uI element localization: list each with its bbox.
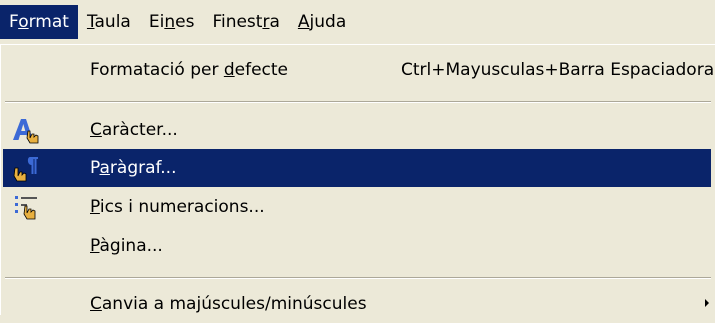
- bullets-text-end: ics i numeracions...: [99, 197, 265, 217]
- page-text-end: àgina...: [99, 236, 163, 256]
- paragraph-text-end: ràgraf...: [109, 158, 177, 178]
- paragraph-icon: [11, 154, 41, 182]
- menu-eines[interactable]: Eines: [140, 5, 204, 39]
- paragraph-accel: a: [99, 158, 110, 178]
- default-format-text-end: efecte: [234, 60, 289, 80]
- menu-item-bullets[interactable]: Pics i numeracions...: [3, 188, 711, 226]
- menu-format-text: F: [9, 12, 19, 32]
- paragraph-label: Paràgraf...: [90, 158, 177, 178]
- menu-format-accel: o: [18, 12, 29, 32]
- menu-ajuda-text-end: juda: [309, 12, 347, 32]
- paragraph-text: P: [90, 158, 100, 178]
- menu-eines-text: Ei: [148, 12, 165, 32]
- bullets-numbering-icon: [11, 193, 41, 221]
- menu-item-page[interactable]: Pàgina...: [3, 227, 711, 265]
- character-accel: C: [90, 120, 102, 140]
- menu-format-text-end: rmat: [28, 12, 69, 32]
- menu-eines-accel: n: [164, 12, 176, 32]
- menu-ajuda-accel: A: [297, 12, 310, 32]
- page-accel: P: [90, 236, 100, 256]
- bullets-label: Pics i numeracions...: [90, 197, 265, 217]
- menu-item-default-format[interactable]: Formatació per defecte Ctrl+Mayusculas+B…: [3, 51, 715, 89]
- menu-taula[interactable]: Taula: [78, 5, 140, 39]
- menu-ajuda[interactable]: Ajuda: [289, 5, 355, 39]
- submenu-arrow-icon: [705, 299, 709, 307]
- character-label: Caràcter...: [90, 120, 178, 140]
- menu-separator: [5, 101, 711, 103]
- default-format-text: Formatació per: [90, 60, 224, 80]
- change-case-label: Canvia a majúscules/minúscules: [90, 294, 367, 314]
- change-case-text-end: anvia a majúscules/minúscules: [101, 294, 367, 314]
- menu-finestra-text-end: a: [269, 12, 280, 32]
- character-icon: [11, 116, 41, 144]
- change-case-accel: C: [90, 294, 102, 314]
- menu-bar: Format Taula Eines Finestra Ajuda: [0, 0, 715, 46]
- page-label: Pàgina...: [90, 236, 163, 256]
- menu-eines-text-end: es: [175, 12, 195, 32]
- character-text-end: aràcter...: [101, 120, 178, 140]
- menu-finestra[interactable]: Finestra: [203, 5, 288, 39]
- menu-finestra-text: Finest: [212, 12, 263, 32]
- menu-separator: [5, 277, 711, 279]
- default-format-shortcut: Ctrl+Mayusculas+Barra Espaciadora: [401, 60, 715, 80]
- format-dropdown-menu: Formatació per defecte Ctrl+Mayusculas+B…: [0, 44, 715, 315]
- menu-item-character[interactable]: Caràcter...: [3, 111, 711, 149]
- bullets-accel: P: [90, 197, 100, 217]
- menu-format[interactable]: Format: [0, 5, 78, 39]
- default-format-label: Formatació per defecte: [90, 60, 288, 80]
- menu-taula-text-end: aula: [94, 12, 131, 32]
- menu-item-paragraph[interactable]: Paràgraf...: [3, 149, 711, 187]
- menu-item-change-case[interactable]: Canvia a majúscules/minúscules: [3, 285, 711, 323]
- menu-taula-accel: T: [86, 12, 95, 32]
- default-format-accel: d: [223, 60, 235, 80]
